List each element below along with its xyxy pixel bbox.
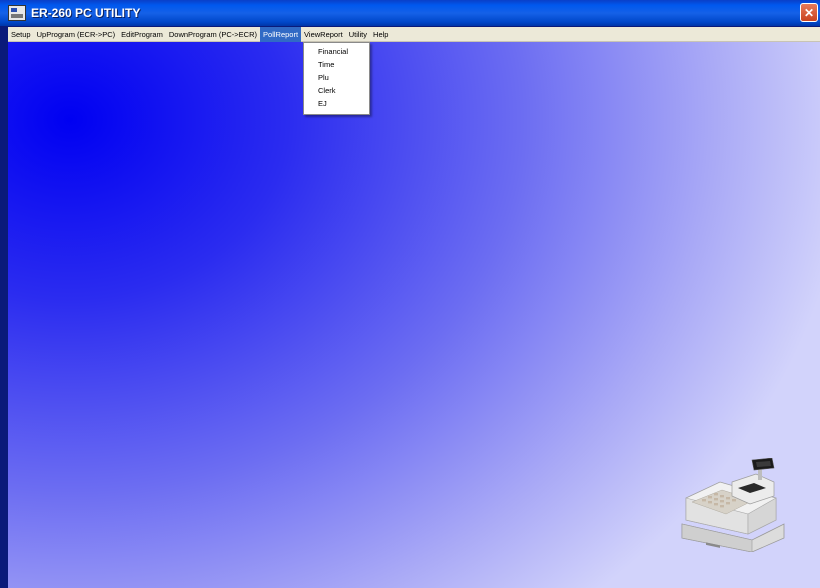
menu-help[interactable]: Help	[370, 27, 391, 42]
close-icon: ✕	[803, 5, 815, 20]
menu-setup[interactable]: Setup	[8, 27, 34, 42]
title-bar[interactable]: ER-260 PC UTILITY ✕	[0, 0, 820, 26]
app-window: ER-260 PC UTILITY ✕ Setup UpProgram (ECR…	[0, 0, 820, 588]
menu-option-clerk[interactable]: Clerk	[304, 84, 369, 97]
menu-option-time[interactable]: Time	[304, 58, 369, 71]
close-button[interactable]: ✕	[800, 3, 818, 22]
app-window-icon	[8, 5, 26, 21]
menu-pollreport[interactable]: PollReport	[260, 26, 302, 42]
window-title: ER-260 PC UTILITY	[31, 6, 141, 20]
menu-option-ej[interactable]: EJ	[304, 97, 369, 110]
menu-utility[interactable]: Utility	[346, 27, 370, 42]
menu-viewreport[interactable]: ViewReport	[301, 27, 346, 42]
pollreport-dropdown: Financial Time Plu Clerk EJ	[303, 42, 370, 115]
menu-option-financial[interactable]: Financial	[304, 45, 369, 58]
menu-option-plu[interactable]: Plu	[304, 71, 369, 84]
menu-bar: Setup UpProgram (ECR->PC) EditProgram Do…	[8, 26, 820, 42]
menu-upprogram[interactable]: UpProgram (ECR->PC)	[34, 27, 119, 42]
cash-register-icon	[681, 458, 785, 552]
menu-downprogram[interactable]: DownProgram (PC->ECR)	[166, 27, 260, 42]
menu-editprogram[interactable]: EditProgram	[118, 27, 166, 42]
